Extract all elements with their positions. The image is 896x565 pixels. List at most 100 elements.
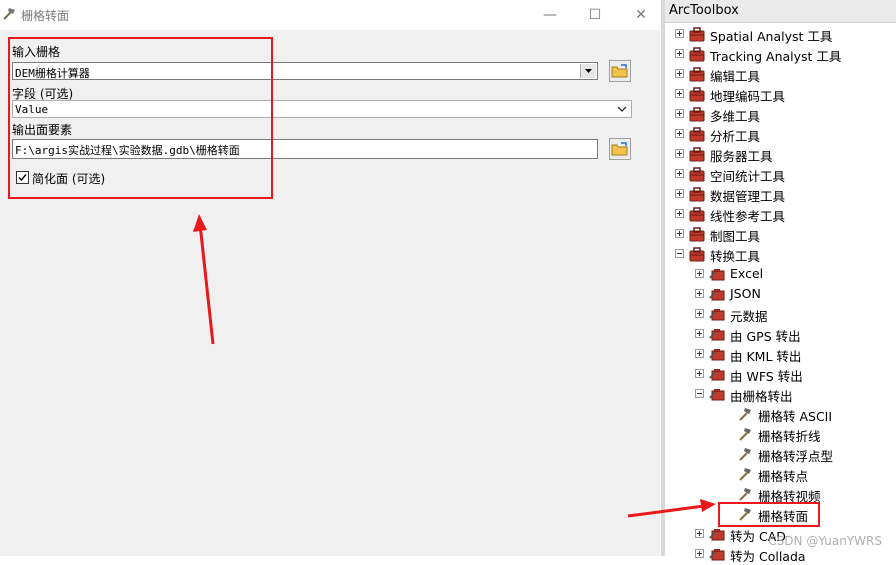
arctoolbox-header: ArcToolbox	[665, 0, 896, 23]
browse-input-button[interactable]	[609, 60, 631, 82]
tree-item[interactable]: 多维工具	[665, 104, 896, 124]
expand-icon[interactable]	[675, 209, 684, 218]
collapse-icon[interactable]	[675, 249, 684, 258]
expand-icon[interactable]	[695, 529, 704, 538]
toolbox-icon	[689, 187, 705, 202]
tree-item-label: 栅格转折线	[758, 429, 821, 444]
tree-item[interactable]: 栅格转浮点型	[665, 444, 896, 464]
tree-item[interactable]: 转换工具	[665, 244, 896, 264]
tree-item[interactable]: 由 KML 转出	[665, 344, 896, 364]
tree-item[interactable]: 地理编码工具	[665, 84, 896, 104]
tree-item[interactable]: Tracking Analyst 工具	[665, 44, 896, 64]
open-folder-icon	[611, 142, 628, 156]
toolbox-icon	[689, 167, 705, 182]
hammer-icon	[739, 428, 751, 441]
toolbox-icon	[689, 87, 705, 102]
window-title: 栅格转面	[21, 9, 70, 23]
toolbox-icon	[689, 207, 705, 222]
tree-item[interactable]: JSON	[665, 284, 896, 304]
tree-item[interactable]: 制图工具	[665, 224, 896, 244]
red-arrow-right	[627, 499, 716, 518]
hammer-icon	[739, 448, 751, 461]
arctoolbox-title: ArcToolbox	[669, 3, 739, 18]
hammer-icon	[739, 468, 751, 481]
hammer-icon	[739, 408, 751, 421]
toolbox-icon	[689, 107, 705, 122]
expand-icon[interactable]	[695, 369, 704, 378]
tree-item-label: Excel	[730, 266, 764, 281]
toolbox-icon	[689, 147, 705, 162]
chevron-down-icon[interactable]	[617, 104, 627, 114]
tree-item[interactable]: 线性参考工具	[665, 204, 896, 224]
tree-item-label: 分析工具	[710, 129, 761, 144]
tree-item-label: JSON	[730, 286, 761, 301]
tree-item-label: Spatial Analyst 工具	[710, 29, 833, 44]
tree-item[interactable]: Excel	[665, 264, 896, 284]
browse-output-button[interactable]	[609, 138, 631, 160]
title-bar: 栅格转面 — ☐ ✕	[0, 0, 660, 30]
expand-icon[interactable]	[695, 309, 704, 318]
red-arrow-up	[193, 214, 215, 345]
expand-icon[interactable]	[675, 189, 684, 198]
expand-icon[interactable]	[695, 289, 704, 298]
tree-item-label: 制图工具	[710, 229, 761, 244]
tree-item-label: 服务器工具	[710, 149, 773, 164]
tree-item-label: 线性参考工具	[710, 209, 786, 224]
tree-item[interactable]: 分析工具	[665, 124, 896, 144]
toolbox-icon	[689, 127, 705, 142]
expand-icon[interactable]	[675, 129, 684, 138]
tree-item[interactable]: Spatial Analyst 工具	[665, 24, 896, 44]
toolset-icon	[709, 349, 725, 361]
toolbox-icon	[689, 67, 705, 82]
toolset-icon	[709, 389, 725, 401]
expand-icon[interactable]	[675, 169, 684, 178]
expand-icon[interactable]	[695, 349, 704, 358]
expand-icon[interactable]	[675, 229, 684, 238]
tree-item-label: 空间统计工具	[710, 169, 786, 184]
expand-icon[interactable]	[695, 269, 704, 278]
expand-icon[interactable]	[675, 49, 684, 58]
tree-item[interactable]: 编辑工具	[665, 64, 896, 84]
tree-item-label: 编辑工具	[710, 69, 761, 84]
arctoolbox-panel: ArcToolbox Spatial Analyst 工具 Tracking An…	[665, 0, 896, 564]
tree-item[interactable]: 元数据	[665, 304, 896, 324]
minimize-button[interactable]: —	[527, 0, 573, 30]
collapse-icon[interactable]	[695, 389, 704, 398]
tree-item-label: 栅格转点	[758, 469, 809, 484]
tree-item-label: 转换工具	[710, 249, 761, 264]
expand-icon[interactable]	[675, 69, 684, 78]
toolbox-icon	[689, 27, 705, 42]
expand-icon[interactable]	[675, 149, 684, 158]
tree-item[interactable]: 栅格转点	[665, 464, 896, 484]
tree-item-label: 由 WFS 转出	[730, 369, 803, 384]
expand-icon[interactable]	[675, 29, 684, 38]
expand-icon[interactable]	[695, 549, 704, 558]
tree-item[interactable]: 数据管理工具	[665, 184, 896, 204]
tool-dialog: 栅格转面 — ☐ ✕ 输入栅格 DEM栅格计算器 字段 (可选) Value 输…	[0, 0, 660, 556]
toolset-icon	[709, 309, 725, 321]
close-button[interactable]: ✕	[618, 0, 664, 30]
hammer-icon	[3, 8, 15, 20]
tree-item-label: 地理编码工具	[710, 89, 786, 104]
toolbox-icon	[689, 227, 705, 242]
tree-item[interactable]: 栅格转折线	[665, 424, 896, 444]
tree-item-label: 栅格转 ASCII	[758, 409, 833, 424]
maximize-button[interactable]: ☐	[572, 0, 618, 30]
open-folder-icon	[611, 64, 628, 78]
tree-item[interactable]: 由 WFS 转出	[665, 364, 896, 384]
tree-item-label: 由 KML 转出	[730, 349, 802, 364]
tree-item-label: 多维工具	[710, 109, 761, 124]
tree-item[interactable]: 服务器工具	[665, 144, 896, 164]
expand-icon[interactable]	[695, 329, 704, 338]
expand-icon[interactable]	[675, 89, 684, 98]
tree-item-label: Tracking Analyst 工具	[710, 49, 842, 64]
toolset-icon	[709, 369, 725, 381]
tree-item[interactable]: 空间统计工具	[665, 164, 896, 184]
tree-item[interactable]: 栅格转 ASCII	[665, 404, 896, 424]
tree-item-label: 由 GPS 转出	[730, 329, 801, 344]
dropdown-arrow-icon[interactable]	[580, 64, 596, 78]
tree-item[interactable]: 由 GPS 转出	[665, 324, 896, 344]
tree-item[interactable]: 由栅格转出	[665, 384, 896, 404]
expand-icon[interactable]	[675, 109, 684, 118]
tree-item-label: 由栅格转出	[730, 389, 793, 404]
